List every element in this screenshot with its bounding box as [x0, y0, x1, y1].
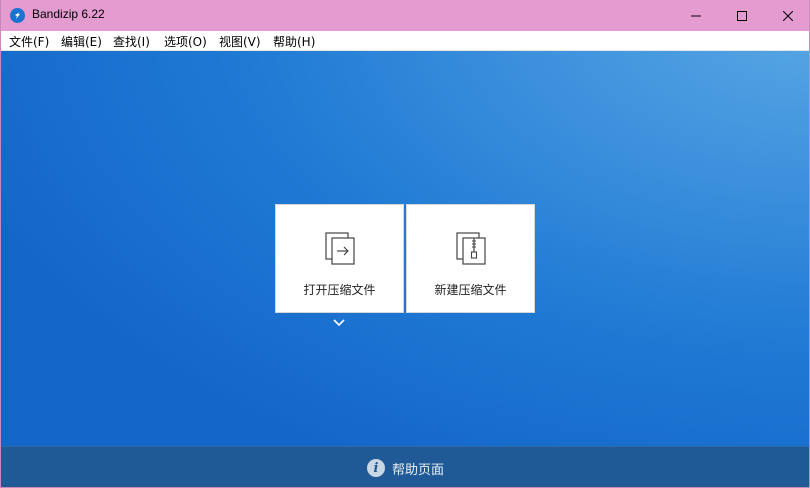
main-content: 打开压缩文件 新建压缩文件 [1, 51, 809, 446]
bandizip-logo-icon[interactable] [10, 8, 25, 23]
new-archive-label: 新建压缩文件 [434, 283, 507, 297]
menu-find[interactable]: 查找(I) [113, 33, 150, 50]
maximize-icon [737, 10, 747, 21]
new-archive-icon [456, 232, 486, 265]
app-window: Bandizip 6.22 文件(F) 编辑(E) 查找(I) 选项(O) 视图… [0, 0, 810, 488]
help-page-label: 帮助页面 [392, 462, 445, 478]
minimize-icon [691, 15, 701, 16]
menu-file[interactable]: 文件(F) [9, 33, 49, 50]
close-button[interactable] [765, 0, 809, 31]
title-bar[interactable]: Bandizip 6.22 [1, 0, 809, 31]
menu-options[interactable]: 选项(O) [164, 33, 207, 50]
open-archive-icon [325, 232, 355, 265]
menu-bar: 文件(F) 编辑(E) 查找(I) 选项(O) 视图(V) 帮助(H) [1, 31, 809, 51]
menu-view[interactable]: 视图(V) [219, 33, 261, 50]
chevron-down-icon[interactable] [333, 319, 345, 327]
open-archive-label: 打开压缩文件 [303, 283, 376, 297]
info-icon: i [367, 459, 385, 477]
maximize-button[interactable] [719, 0, 765, 31]
help-page-link[interactable]: i 帮助页面 [367, 458, 444, 478]
menu-help[interactable]: 帮助(H) [273, 33, 315, 50]
window-title: Bandizip 6.22 [32, 7, 105, 21]
footer-bar: i 帮助页面 [1, 446, 809, 487]
minimize-button[interactable] [673, 0, 719, 31]
menu-edit[interactable]: 编辑(E) [61, 33, 102, 50]
open-archive-button[interactable]: 打开压缩文件 [275, 204, 404, 313]
close-icon [783, 10, 793, 21]
new-archive-button[interactable]: 新建压缩文件 [406, 204, 535, 313]
